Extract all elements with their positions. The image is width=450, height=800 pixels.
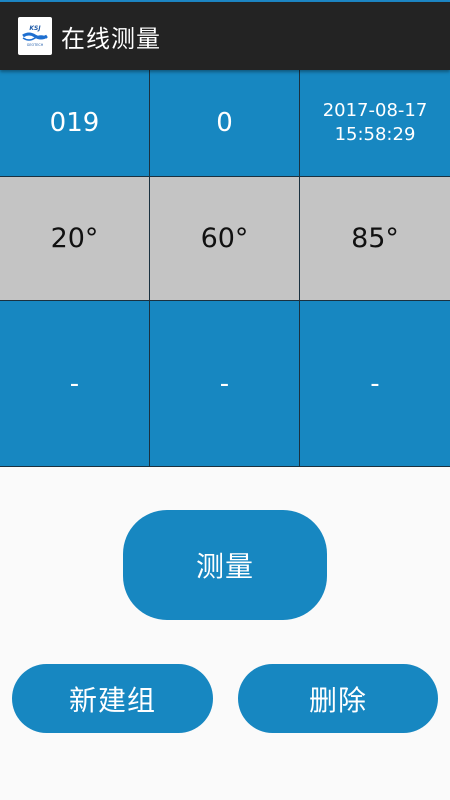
- cell-reading-3[interactable]: -: [300, 301, 450, 467]
- cell-angle-3[interactable]: 85°: [300, 177, 450, 301]
- count-value: 0: [216, 108, 233, 138]
- cell-angle-1[interactable]: 20°: [0, 177, 150, 301]
- svg-text:KSJ: KSJ: [29, 25, 41, 32]
- measurement-grid: 019 0 2017-08-17 15:58:29 20° 60° 85° - …: [0, 70, 450, 467]
- new-group-button-label: 新建组: [68, 683, 156, 717]
- datetime-value: 2017-08-17 15:58:29: [323, 99, 428, 147]
- reading-value: -: [370, 368, 380, 399]
- angle-value: 85°: [351, 223, 399, 254]
- date-text: 2017-08-17: [322, 100, 428, 121]
- number-value: 019: [49, 108, 100, 138]
- new-group-button[interactable]: 新建组: [12, 664, 213, 733]
- measure-button[interactable]: 测量: [123, 510, 327, 620]
- angle-value: 20°: [50, 223, 99, 254]
- app-bar: KSJ GEOTECH 在线测量: [0, 2, 450, 70]
- cell-number[interactable]: 019: [0, 70, 150, 177]
- app-logo: KSJ GEOTECH: [18, 17, 52, 55]
- cell-reading-1[interactable]: -: [0, 301, 150, 467]
- delete-button[interactable]: 删除: [238, 664, 438, 733]
- reading-value: -: [219, 368, 230, 399]
- cell-angle-2[interactable]: 60°: [150, 177, 300, 301]
- time-text: 15:58:29: [334, 124, 416, 145]
- angle-value: 60°: [200, 223, 249, 254]
- cell-reading-2[interactable]: -: [150, 301, 300, 467]
- svg-text:GEOTECH: GEOTECH: [27, 43, 44, 47]
- app-title: 在线测量: [61, 24, 161, 53]
- measure-button-label: 测量: [195, 550, 254, 583]
- reading-value: -: [69, 368, 80, 399]
- cell-datetime[interactable]: 2017-08-17 15:58:29: [300, 70, 450, 177]
- delete-button-label: 删除: [308, 683, 367, 717]
- cell-count[interactable]: 0: [150, 70, 300, 177]
- logo-icon: KSJ GEOTECH: [22, 25, 48, 47]
